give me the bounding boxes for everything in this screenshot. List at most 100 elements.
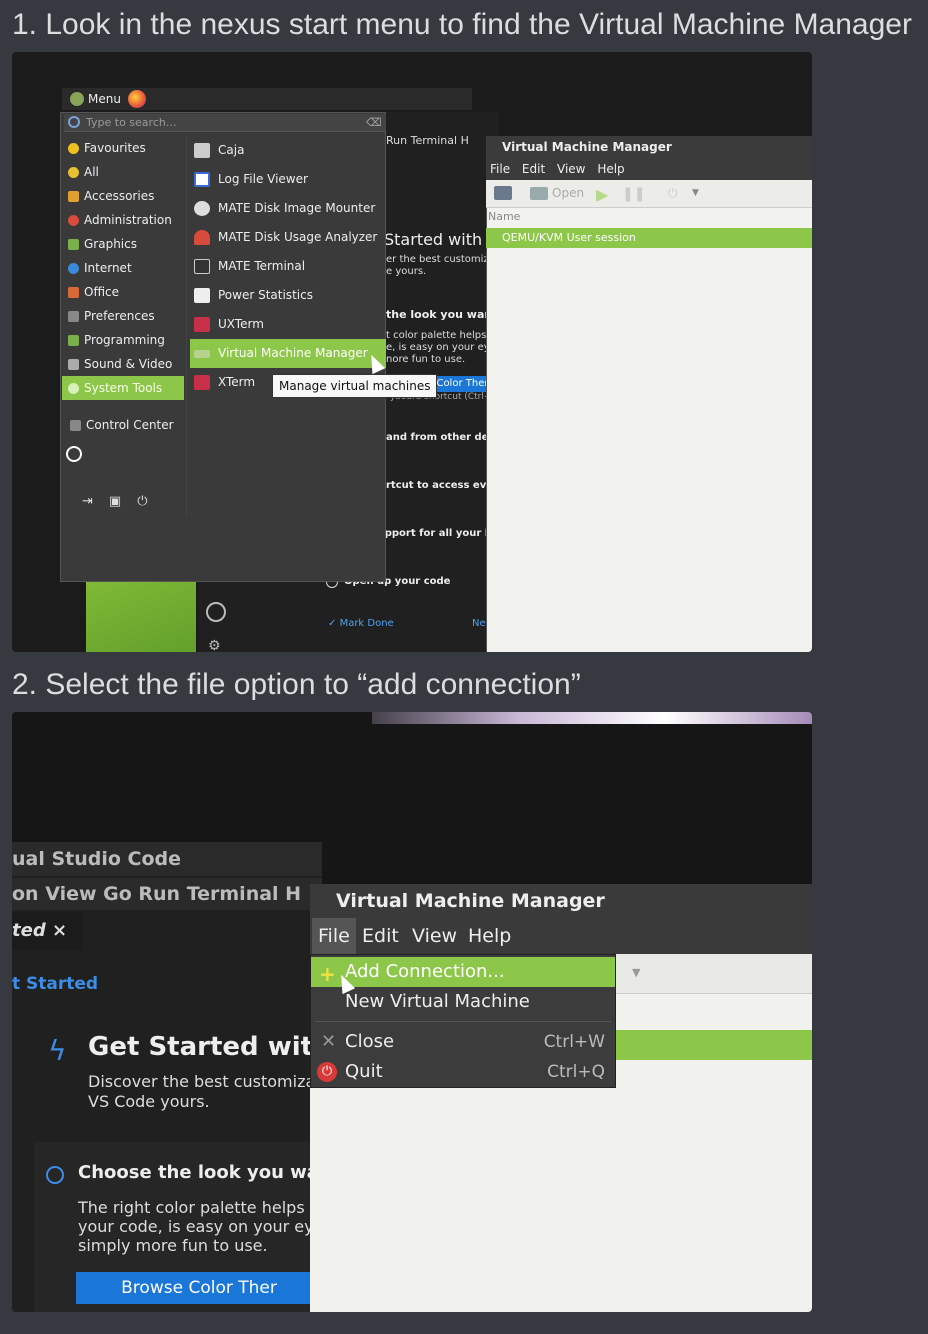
file-menu-dropdown: + Add Connection... New Virtual Machine … xyxy=(310,954,616,1088)
vscode-breadcrumb[interactable]: t Started xyxy=(12,974,98,994)
app-label: Virtual Machine Manager xyxy=(218,346,368,360)
lightning-icon: ϟ xyxy=(48,1034,67,1067)
category-label: Graphics xyxy=(84,237,137,251)
vscode-other-devices: and from other devi xyxy=(386,432,499,443)
menu-item-accelerator: Ctrl+W xyxy=(543,1032,605,1052)
administration-icon xyxy=(68,215,79,226)
vmm-toolbar: Open ▶ ❚❚ ⏻ ▼ xyxy=(486,180,812,208)
vscode-mark-done[interactable]: ✓ Mark Done xyxy=(328,618,394,629)
category-all[interactable]: All xyxy=(62,160,184,184)
vmm-menubar: File Edit View Help xyxy=(486,158,812,180)
firefox-icon[interactable] xyxy=(128,90,146,108)
chevron-down-icon[interactable]: ▼ xyxy=(632,966,640,979)
menu-item-new-vm[interactable]: New Virtual Machine xyxy=(311,987,615,1017)
vmm-icon xyxy=(194,350,210,358)
account-icon[interactable] xyxy=(206,602,226,622)
vscode-subtext-2: e yours. xyxy=(386,266,427,277)
menu-item-close[interactable]: ✕ Close Ctrl+W xyxy=(311,1027,615,1057)
category-sound-video[interactable]: Sound & Video xyxy=(62,352,184,376)
step-2-title: 2. Select the file option to “add connec… xyxy=(12,668,581,701)
vscode-subtext-1: Discover the best customiza xyxy=(88,1072,316,1091)
category-system-tools[interactable]: System Tools xyxy=(62,376,184,400)
vmm-session-row[interactable]: QEMU/KVM User session xyxy=(486,228,812,248)
play-icon[interactable]: ▶ xyxy=(596,185,608,204)
app-label: MATE Disk Image Mounter xyxy=(218,201,376,215)
vscode-look-desc-1: The right color palette helps y xyxy=(78,1198,320,1217)
terminal-icon xyxy=(194,259,210,274)
shutdown-icon[interactable]: ⏻ xyxy=(668,186,678,201)
category-graphics[interactable]: Graphics xyxy=(62,232,184,256)
power-icon[interactable]: ⏻ xyxy=(137,494,163,509)
user-avatar-icon[interactable] xyxy=(66,446,82,462)
vscode-title: ual Studio Code xyxy=(12,842,322,876)
menu-item-quit[interactable]: ⏻ Quit Ctrl+Q xyxy=(311,1057,615,1087)
menu-separator xyxy=(315,1021,611,1022)
radio-icon[interactable] xyxy=(46,1166,64,1184)
control-center-label: Control Center xyxy=(86,418,174,432)
vmm-menu-edit[interactable]: Edit xyxy=(522,162,545,176)
pause-icon[interactable]: ❚❚ xyxy=(622,186,645,202)
globe-icon xyxy=(68,263,79,274)
vscode-tab[interactable]: ted × xyxy=(12,912,82,950)
vmm-menu-edit[interactable]: Edit xyxy=(356,918,405,954)
category-internet[interactable]: Internet xyxy=(62,256,184,280)
vscode-next[interactable]: Ne xyxy=(472,618,486,629)
app-caja[interactable]: Caja xyxy=(190,136,386,165)
vmm-menu-help[interactable]: Help xyxy=(597,162,624,176)
category-programming[interactable]: Programming xyxy=(62,328,184,352)
category-administration[interactable]: Administration xyxy=(62,208,184,232)
category-accessories[interactable]: Accessories xyxy=(62,184,184,208)
chevron-down-icon[interactable]: ▼ xyxy=(692,188,699,198)
vmm-window xyxy=(486,136,812,652)
vmm-menu-file[interactable]: File xyxy=(312,918,356,954)
open-button[interactable]: Open xyxy=(552,186,584,200)
app-power-statistics[interactable]: Power Statistics xyxy=(190,281,386,310)
app-disk-image-mounter[interactable]: MATE Disk Image Mounter xyxy=(190,194,386,223)
screenshot-file-menu: ual Studio Code on View Go Run Terminal … xyxy=(12,712,812,1312)
category-office[interactable]: Office xyxy=(62,280,184,304)
menu-item-label: New Virtual Machine xyxy=(345,991,530,1012)
clear-search-icon[interactable]: ⌫ xyxy=(366,116,382,129)
vmm-menu-help[interactable]: Help xyxy=(462,918,517,954)
gear-icon[interactable]: ⚙ xyxy=(208,638,221,652)
category-preferences[interactable]: Preferences xyxy=(62,304,184,328)
category-label: Administration xyxy=(84,213,172,227)
vmm-menu-view[interactable]: View xyxy=(406,918,463,954)
logout-icon[interactable]: ⇥ xyxy=(82,494,109,509)
menu-item-label: Add Connection... xyxy=(345,961,505,982)
app-virtual-machine-manager[interactable]: Virtual Machine Manager xyxy=(190,339,386,368)
vmm-menu-file[interactable]: File xyxy=(490,162,510,176)
app-mate-terminal[interactable]: MATE Terminal xyxy=(190,252,386,281)
star-icon xyxy=(68,143,79,154)
vscode-look: the look you want xyxy=(386,308,498,321)
new-vm-icon[interactable] xyxy=(494,186,512,200)
close-icon: ✕ xyxy=(321,1031,337,1052)
app-disk-usage-analyzer[interactable]: MATE Disk Usage Analyzer xyxy=(190,223,386,252)
menu-item-add-connection[interactable]: + Add Connection... xyxy=(311,957,615,987)
menu-button-label: Menu xyxy=(88,92,121,106)
screen-glare xyxy=(372,712,812,724)
app-label: Caja xyxy=(218,143,245,157)
category-list: Favourites All Accessories Administratio… xyxy=(62,136,184,400)
category-favourites[interactable]: Favourites xyxy=(62,136,184,160)
vscode-look-desc-3: nore fun to use. xyxy=(386,354,466,365)
app-log-file-viewer[interactable]: Log File Viewer xyxy=(190,165,386,194)
vmm-session-row[interactable] xyxy=(616,1030,812,1060)
vscode-look-desc-3: simply more fun to use. xyxy=(78,1236,268,1255)
vscode-browse-button[interactable]: Browse Color Ther xyxy=(76,1272,322,1304)
app-uxterm[interactable]: UXTerm xyxy=(190,310,386,339)
search-input[interactable]: Type to search... xyxy=(64,114,386,132)
mark-done-label: Mark Done xyxy=(339,618,394,629)
app-label: XTerm xyxy=(218,375,256,389)
log-viewer-icon xyxy=(194,172,210,187)
menu-button[interactable]: Menu xyxy=(66,90,125,108)
quit-icon: ⏻ xyxy=(317,1062,337,1082)
close-icon[interactable]: × xyxy=(52,920,67,941)
control-center[interactable]: Control Center xyxy=(64,412,182,438)
menu-item-label: Close xyxy=(345,1031,395,1052)
lock-icon[interactable]: ▣ xyxy=(109,494,137,509)
vmm-title: Virtual Machine Manager xyxy=(310,884,812,918)
accessories-icon xyxy=(68,191,79,202)
vmm-menu-view[interactable]: View xyxy=(557,162,585,176)
menu-divider xyxy=(186,136,187,516)
